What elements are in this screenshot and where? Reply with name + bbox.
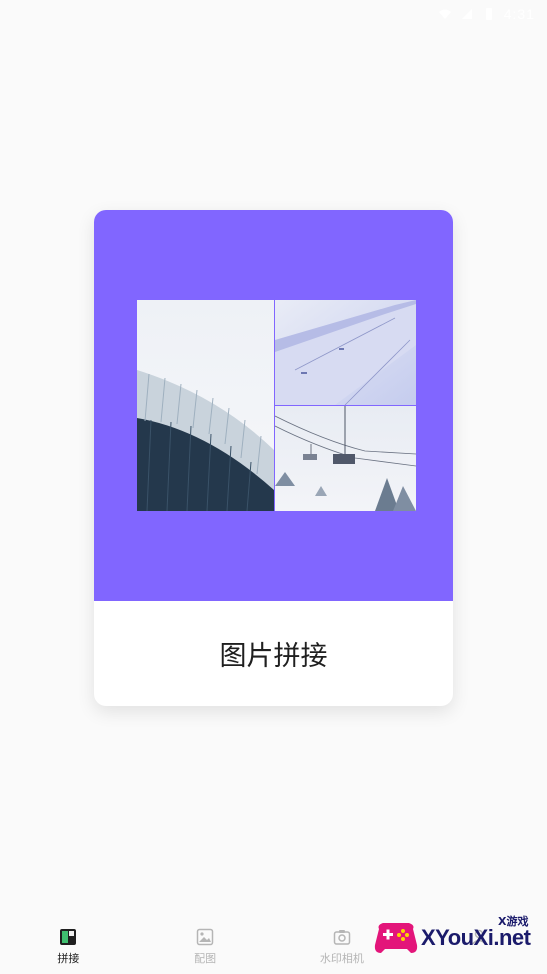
camera-icon [333,930,351,945]
collage-icon [60,929,77,945]
tab-label: 水印相机 [319,952,364,965]
card-title: 图片拼接 [219,641,328,672]
gamepad-logo-icon [374,923,418,953]
tab-label: 配图 [194,952,217,965]
card-preview-area [94,210,453,601]
wifi-icon [438,9,451,19]
collage-preview [137,300,416,511]
site-watermark: X游戏 XYouXi.net [373,910,541,966]
tab-image[interactable]: 配图 [137,920,274,974]
status-time: 4:31 [503,6,535,22]
status-bar: 4:31 [0,0,547,28]
tab-collage[interactable]: 拼接 [0,920,137,974]
signal-icon [461,9,472,19]
ski-lift-photo [275,406,416,511]
building-photo [137,300,274,511]
watermark-small-text: X游戏 [498,915,529,928]
airplane-wing-photo [275,300,416,405]
battery-icon [485,8,492,20]
image-collage-card[interactable]: 图片拼接 [94,210,453,706]
tab-label: 拼接 [57,952,80,965]
image-icon [196,928,214,946]
